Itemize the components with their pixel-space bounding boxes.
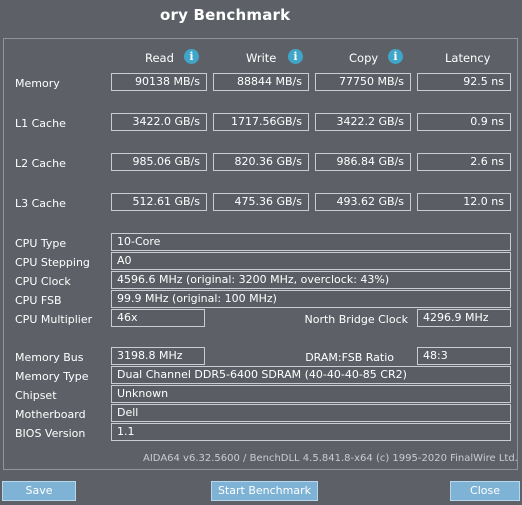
- copy-info-icon[interactable]: i: [388, 49, 403, 64]
- l1-write-field: 1717.56GB/s: [213, 113, 309, 131]
- cpu-clock-field: 4596.6 MHz (original: 3200 MHz, overcloc…: [111, 271, 511, 289]
- l2-row-label: L2 Cache: [15, 157, 66, 170]
- l1-row-label: L1 Cache: [15, 117, 66, 130]
- column-header-latency: Latency: [445, 51, 491, 65]
- memory-copy-field: 77750 MB/s: [315, 73, 411, 91]
- l3-latency-field: 12.0 ns: [417, 193, 511, 211]
- l1-latency-field: 0.9 ns: [417, 113, 511, 131]
- dram-fsb-ratio-label: DRAM:FSB Ratio: [305, 351, 394, 364]
- l3-row-label: L3 Cache: [15, 197, 66, 210]
- north-bridge-clock-field: 4296.9 MHz: [417, 309, 511, 327]
- chipset-field: Unknown: [111, 385, 511, 403]
- motherboard-label: Motherboard: [15, 408, 86, 421]
- column-header-write: Write: [246, 51, 277, 65]
- cpu-fsb-field: 99.9 MHz (original: 100 MHz): [111, 290, 511, 308]
- copyright-footer: AIDA64 v6.32.5600 / BenchDLL 4.5.841.8-x…: [143, 453, 518, 464]
- cpu-type-field: 10-Core: [111, 233, 511, 251]
- memory-latency-field: 92.5 ns: [417, 73, 511, 91]
- save-button[interactable]: Save: [2, 481, 76, 501]
- l3-read-field: 512.61 GB/s: [111, 193, 207, 211]
- cpu-stepping-label: CPU Stepping: [15, 256, 90, 269]
- cpu-multiplier-label: CPU Multiplier: [15, 313, 93, 326]
- memory-bus-label: Memory Bus: [15, 351, 84, 364]
- memory-read-field: 90138 MB/s: [111, 73, 207, 91]
- memory-type-field: Dual Channel DDR5-6400 SDRAM (40-40-40-8…: [111, 366, 511, 384]
- north-bridge-clock-label: North Bridge Clock: [304, 313, 408, 326]
- l3-write-field: 475.36 GB/s: [213, 193, 309, 211]
- l1-read-field: 3422.0 GB/s: [111, 113, 207, 131]
- bios-version-field: 1.1: [111, 423, 511, 441]
- cpu-fsb-label: CPU FSB: [15, 294, 62, 307]
- column-header-copy: Copy: [349, 51, 379, 65]
- l2-write-field: 820.36 GB/s: [213, 153, 309, 171]
- l2-latency-field: 2.6 ns: [417, 153, 511, 171]
- l3-copy-field: 493.62 GB/s: [315, 193, 411, 211]
- memory-bus-field: 3198.8 MHz: [111, 347, 205, 365]
- window-title: ory Benchmark: [160, 6, 291, 24]
- cpu-type-label: CPU Type: [15, 237, 67, 250]
- cpu-multiplier-field: 46x: [111, 309, 205, 327]
- dram-fsb-ratio-field: 48:3: [417, 347, 511, 365]
- column-header-read: Read: [145, 51, 174, 65]
- bios-version-label: BIOS Version: [15, 427, 86, 440]
- close-button[interactable]: Close: [450, 481, 520, 501]
- cpu-clock-label: CPU Clock: [15, 275, 71, 288]
- cpu-stepping-field: A0: [111, 252, 511, 270]
- motherboard-field: Dell: [111, 404, 511, 422]
- read-info-icon[interactable]: i: [184, 49, 199, 64]
- start-benchmark-button[interactable]: Start Benchmark: [211, 481, 318, 501]
- memory-row-label: Memory: [15, 77, 60, 90]
- memory-type-label: Memory Type: [15, 370, 89, 383]
- l1-copy-field: 3422.2 GB/s: [315, 113, 411, 131]
- l2-copy-field: 986.84 GB/s: [315, 153, 411, 171]
- write-info-icon[interactable]: i: [288, 49, 303, 64]
- memory-write-field: 88844 MB/s: [213, 73, 309, 91]
- chipset-label: Chipset: [15, 389, 57, 402]
- l2-read-field: 985.06 GB/s: [111, 153, 207, 171]
